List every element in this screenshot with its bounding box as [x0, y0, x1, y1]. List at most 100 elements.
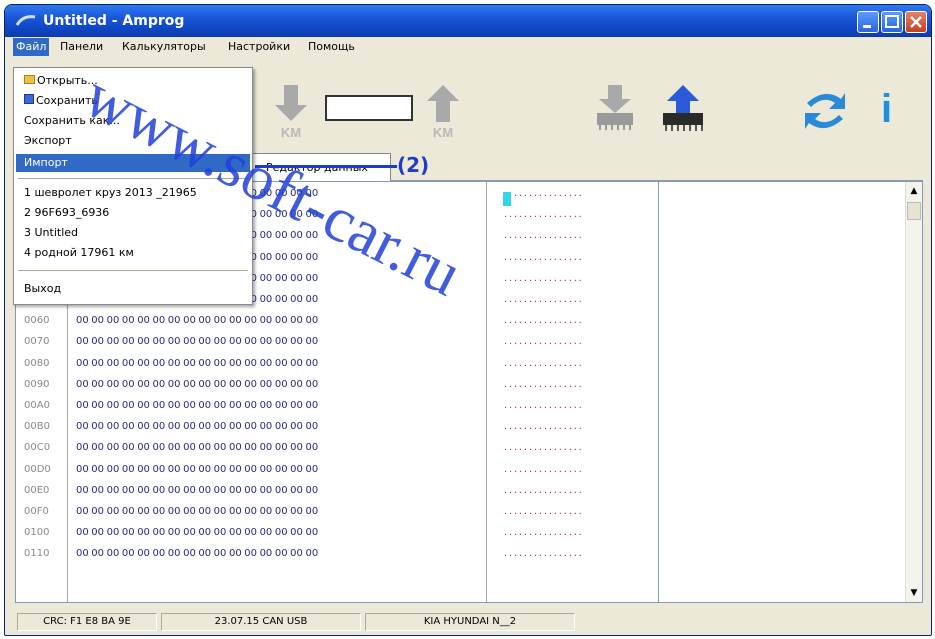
- hex-byte[interactable]: 00: [107, 548, 122, 559]
- hex-byte[interactable]: 00: [198, 358, 213, 369]
- hex-row[interactable]: 00000000000000000000000000000000: [76, 421, 321, 432]
- hex-byte[interactable]: 00: [168, 442, 183, 453]
- hex-byte[interactable]: 00: [91, 506, 106, 517]
- hex-byte[interactable]: 00: [260, 527, 275, 538]
- hex-byte[interactable]: 00: [198, 336, 213, 347]
- hex-byte[interactable]: 00: [290, 421, 305, 432]
- hex-byte[interactable]: 00: [107, 421, 122, 432]
- ascii-row[interactable]: ................: [504, 188, 584, 199]
- ascii-row[interactable]: ................: [504, 273, 584, 284]
- hex-byte[interactable]: 00: [229, 400, 244, 411]
- hex-byte[interactable]: 00: [260, 188, 275, 199]
- hex-byte[interactable]: 00: [76, 527, 91, 538]
- ascii-row[interactable]: ................: [504, 230, 584, 241]
- hex-byte[interactable]: 00: [168, 400, 183, 411]
- hex-byte[interactable]: 00: [290, 294, 305, 305]
- hex-byte[interactable]: 00: [275, 294, 290, 305]
- hex-byte[interactable]: 00: [260, 485, 275, 496]
- ascii-row[interactable]: ................: [504, 548, 584, 559]
- hex-byte[interactable]: 00: [244, 315, 259, 326]
- hex-byte[interactable]: 00: [198, 464, 213, 475]
- hex-byte[interactable]: 00: [168, 315, 183, 326]
- hex-byte[interactable]: 00: [168, 485, 183, 496]
- hex-byte[interactable]: 00: [260, 421, 275, 432]
- hex-byte[interactable]: 00: [152, 548, 167, 559]
- hex-byte[interactable]: 00: [290, 252, 305, 263]
- hex-byte[interactable]: 00: [290, 209, 305, 220]
- refresh-icon[interactable]: [801, 85, 849, 137]
- hex-byte[interactable]: 00: [229, 336, 244, 347]
- close-button[interactable]: [905, 11, 927, 33]
- hex-byte[interactable]: 00: [168, 358, 183, 369]
- hex-byte[interactable]: 00: [244, 485, 259, 496]
- hex-byte[interactable]: 00: [214, 400, 229, 411]
- hex-byte[interactable]: 00: [91, 421, 106, 432]
- ascii-row[interactable]: ................: [504, 379, 584, 390]
- menu-help[interactable]: Помощь: [305, 40, 358, 53]
- hex-byte[interactable]: 00: [260, 336, 275, 347]
- hex-byte[interactable]: 00: [305, 548, 320, 559]
- menu-file[interactable]: Файл: [13, 38, 50, 56]
- hex-byte[interactable]: 00: [107, 485, 122, 496]
- hex-byte[interactable]: 00: [91, 464, 106, 475]
- hex-byte[interactable]: 00: [290, 188, 305, 199]
- recent-file-2[interactable]: 2 96F693_6936: [20, 204, 246, 222]
- hex-byte[interactable]: 00: [152, 358, 167, 369]
- ascii-row[interactable]: ................: [504, 294, 584, 305]
- hex-byte[interactable]: 00: [168, 421, 183, 432]
- hex-byte[interactable]: 00: [183, 421, 198, 432]
- recent-file-1[interactable]: 1 шевролет круз 2013 _21965: [20, 184, 246, 202]
- hex-byte[interactable]: 00: [260, 464, 275, 475]
- hex-byte[interactable]: 00: [76, 315, 91, 326]
- hex-row[interactable]: 00000000000000000000000000000000: [76, 485, 321, 496]
- ascii-row[interactable]: ................: [504, 527, 584, 538]
- hex-byte[interactable]: 00: [198, 506, 213, 517]
- hex-byte[interactable]: 00: [260, 315, 275, 326]
- hex-byte[interactable]: 00: [244, 442, 259, 453]
- info-icon[interactable]: i: [881, 87, 892, 132]
- hex-byte[interactable]: 00: [137, 527, 152, 538]
- hex-byte[interactable]: 00: [244, 358, 259, 369]
- hex-byte[interactable]: 00: [244, 506, 259, 517]
- hex-byte[interactable]: 00: [229, 379, 244, 390]
- hex-byte[interactable]: 00: [183, 485, 198, 496]
- hex-byte[interactable]: 00: [107, 358, 122, 369]
- hex-byte[interactable]: 00: [107, 442, 122, 453]
- hex-byte[interactable]: 00: [260, 400, 275, 411]
- hex-byte[interactable]: 00: [305, 358, 320, 369]
- hex-byte[interactable]: 00: [229, 442, 244, 453]
- hex-byte[interactable]: 00: [275, 400, 290, 411]
- hex-byte[interactable]: 00: [275, 252, 290, 263]
- hex-byte[interactable]: 00: [305, 315, 320, 326]
- hex-byte[interactable]: 00: [152, 485, 167, 496]
- hex-byte[interactable]: 00: [198, 548, 213, 559]
- ascii-row[interactable]: ................: [504, 400, 584, 411]
- hex-byte[interactable]: 00: [275, 230, 290, 241]
- menu-settings[interactable]: Настройки: [225, 40, 293, 53]
- hex-byte[interactable]: 00: [137, 442, 152, 453]
- hex-byte[interactable]: 00: [275, 188, 290, 199]
- hex-byte[interactable]: 00: [107, 336, 122, 347]
- hex-byte[interactable]: 00: [305, 485, 320, 496]
- ascii-row[interactable]: ................: [504, 315, 584, 326]
- hex-byte[interactable]: 00: [305, 400, 320, 411]
- hex-byte[interactable]: 00: [275, 527, 290, 538]
- hex-byte[interactable]: 00: [305, 336, 320, 347]
- hex-byte[interactable]: 00: [198, 442, 213, 453]
- hex-byte[interactable]: 00: [107, 527, 122, 538]
- hex-byte[interactable]: 00: [305, 209, 320, 220]
- hex-byte[interactable]: 00: [183, 442, 198, 453]
- hex-byte[interactable]: 00: [122, 358, 137, 369]
- menu-export[interactable]: Экспорт: [20, 132, 246, 150]
- hex-byte[interactable]: 00: [260, 548, 275, 559]
- hex-byte[interactable]: 00: [152, 527, 167, 538]
- hex-byte[interactable]: 00: [137, 358, 152, 369]
- hex-byte[interactable]: 00: [290, 379, 305, 390]
- hex-byte[interactable]: 00: [260, 252, 275, 263]
- hex-row[interactable]: 00000000000000000000000000000000: [76, 315, 321, 326]
- hex-byte[interactable]: 00: [122, 400, 137, 411]
- hex-byte[interactable]: 00: [76, 485, 91, 496]
- hex-byte[interactable]: 00: [122, 442, 137, 453]
- hex-byte[interactable]: 00: [183, 400, 198, 411]
- hex-byte[interactable]: 00: [305, 506, 320, 517]
